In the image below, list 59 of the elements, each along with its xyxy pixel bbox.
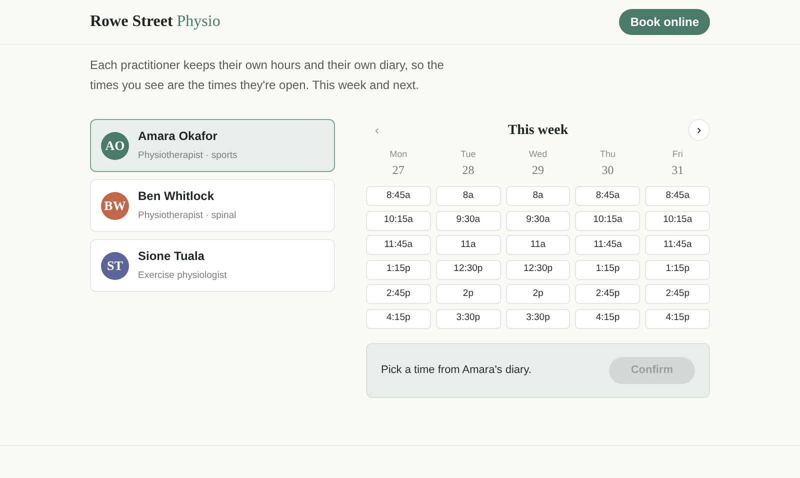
time-slot[interactable]: 8a (506, 186, 570, 206)
time-slot[interactable]: 1:15p (645, 260, 710, 280)
time-slot[interactable]: 4:15p (575, 308, 640, 328)
time-slot[interactable]: 1:15p (575, 260, 640, 280)
practitioner-role: Physiotherapist · sports (138, 149, 238, 164)
time-slot[interactable]: 10:15a (575, 210, 640, 230)
brand-accent: Physio (176, 12, 220, 32)
time-slot[interactable]: 11:45a (645, 235, 710, 255)
time-slot[interactable]: 10:15a (366, 210, 431, 230)
practitioner-card[interactable]: AO Amara Okafor Physiotherapist · sports (90, 119, 335, 172)
avatar: ST (101, 252, 129, 280)
time-slot[interactable]: 2:45p (366, 284, 431, 304)
time-slot[interactable]: 11:45a (575, 235, 640, 255)
time-slot[interactable]: 3:30p (506, 308, 570, 328)
practitioner-name: Ben Whitlock (138, 188, 216, 206)
time-slot[interactable]: 2p (506, 284, 570, 304)
date-label: 28 (461, 162, 476, 178)
weekday-label: Tue (460, 148, 477, 160)
date-label: 31 (670, 162, 685, 178)
book-online-button[interactable]: Book online (619, 9, 710, 35)
time-slot[interactable]: 3:30p (436, 308, 501, 328)
time-slot[interactable]: 1:15p (366, 260, 431, 280)
practitioner-name: Amara Okafor (138, 128, 218, 146)
date-label: 27 (391, 162, 406, 178)
time-slot[interactable]: 11a (436, 235, 501, 255)
time-slot[interactable]: 9:30a (436, 210, 501, 230)
intro-text: Each practitioner keeps their own hours and their own diary, so the times you see are the times they're open. This week and next. (90, 57, 445, 94)
weekday-label: Thu (599, 148, 617, 160)
practitioner-card[interactable]: BW Ben Whitlock Physiotherapist · spinal (90, 179, 335, 232)
time-slot[interactable]: 11:45a (366, 235, 431, 255)
time-slot[interactable]: 9:30a (506, 210, 570, 230)
brand-name: Rowe Street (90, 12, 173, 32)
time-slot[interactable]: 8:45a (645, 186, 710, 206)
practitioner-card[interactable]: ST Sione Tuala Exercise physiologist (90, 239, 335, 292)
weekday-label: Mon (388, 148, 408, 160)
time-slot[interactable]: 8:45a (575, 186, 640, 206)
time-slot[interactable]: 4:15p (645, 308, 710, 328)
time-slot[interactable]: 2:45p (575, 284, 640, 304)
confirm-message: Pick a time from Amara's diary. (381, 362, 532, 378)
avatar: AO (101, 132, 129, 160)
practitioner-role: Physiotherapist · spinal (138, 209, 236, 224)
time-slot[interactable]: 11a (506, 235, 570, 255)
calendar-title: This week (508, 122, 568, 140)
time-slot[interactable]: 8a (436, 186, 501, 206)
time-slot[interactable]: 4:15p (366, 308, 431, 328)
time-slot[interactable]: 8:45a (366, 186, 431, 206)
avatar: BW (101, 192, 129, 220)
date-label: 29 (530, 162, 545, 178)
time-slot[interactable]: 2p (436, 284, 501, 304)
next-week-button[interactable]: › (688, 119, 710, 141)
time-slot[interactable]: 2:45p (645, 284, 710, 304)
weekday-label: Fri (671, 148, 684, 160)
date-label: 30 (600, 162, 615, 178)
practitioner-name: Sione Tuala (138, 248, 206, 266)
time-slot[interactable]: 12:30p (436, 260, 501, 280)
weekday-label: Wed (528, 148, 548, 160)
practitioner-role: Exercise physiologist (138, 269, 227, 284)
time-slot[interactable]: 10:15a (645, 210, 710, 230)
time-slot[interactable]: 12:30p (506, 260, 570, 280)
